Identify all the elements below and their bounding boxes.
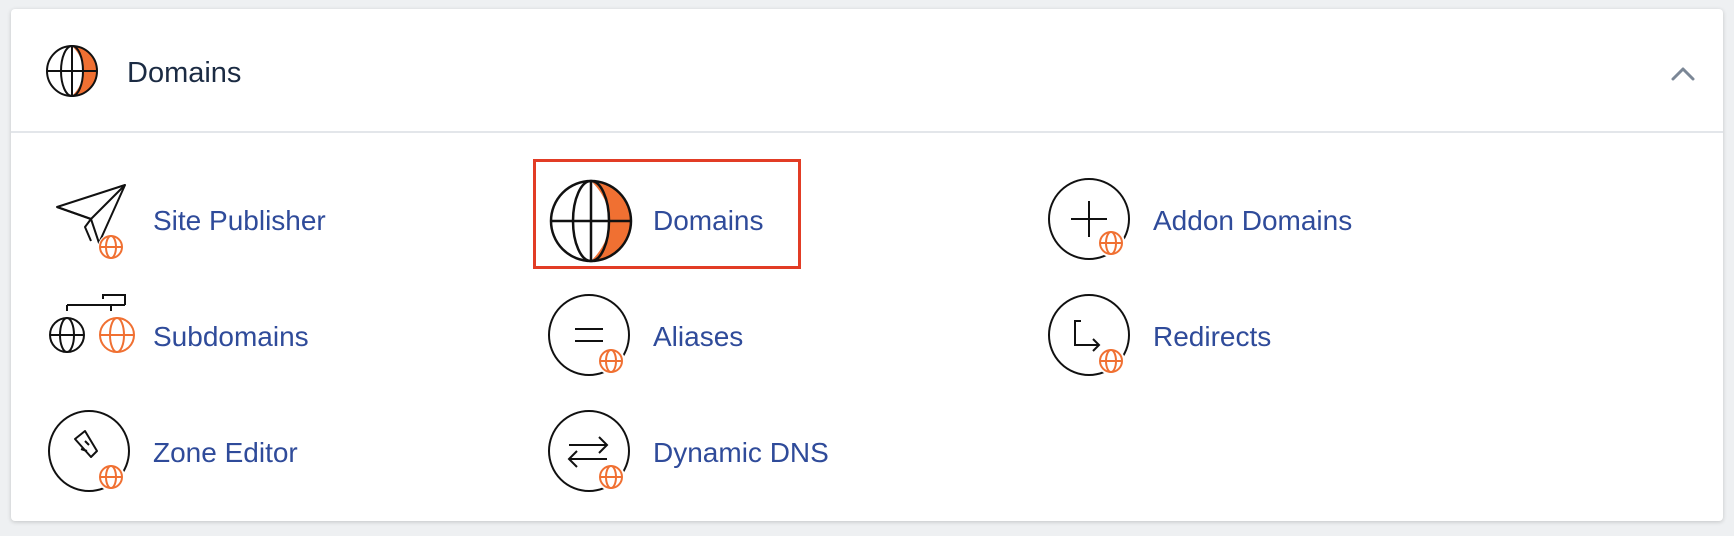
- pen-circle-globe-icon: [48, 410, 130, 492]
- chevron-up-icon[interactable]: [1667, 61, 1699, 85]
- tool-zone-editor[interactable]: Zone Editor: [45, 407, 345, 497]
- panel-title: Domains: [127, 57, 242, 89]
- plus-circle-globe-icon: [1048, 178, 1130, 260]
- tool-label: Subdomains: [153, 321, 309, 352]
- tool-label: Site Publisher: [153, 205, 326, 236]
- redirect-arrow-globe-icon: [1048, 294, 1130, 376]
- tool-addon-domains[interactable]: Addon Domains: [1045, 175, 1385, 265]
- paper-plane-globe-icon: [56, 184, 126, 260]
- tool-label: Aliases: [653, 321, 744, 352]
- globe-icon: [549, 179, 633, 263]
- tool-dynamic-dns[interactable]: Dynamic DNS: [545, 407, 845, 497]
- tool-site-publisher[interactable]: Site Publisher: [45, 175, 345, 265]
- tool-subdomains[interactable]: Subdomains: [45, 291, 345, 381]
- tool-redirects[interactable]: Redirects: [1045, 291, 1345, 381]
- swap-arrows-globe-icon: [548, 410, 630, 492]
- tool-aliases[interactable]: Aliases: [545, 291, 785, 381]
- tool-label: Redirects: [1153, 321, 1272, 352]
- tool-label: Domains: [653, 205, 764, 236]
- globe-icon: [46, 45, 98, 97]
- subdomain-tree-globe-icon: [49, 294, 135, 353]
- domains-panel: Domains Site Publisher Domains Addon Dom…: [11, 9, 1723, 521]
- equals-circle-globe-icon: [548, 294, 630, 376]
- panel-header[interactable]: Domains: [11, 9, 1723, 133]
- tool-label: Zone Editor: [153, 437, 298, 468]
- tool-label: Dynamic DNS: [653, 437, 829, 468]
- tool-domains[interactable]: Domains: [545, 175, 785, 265]
- tool-label: Addon Domains: [1153, 205, 1353, 236]
